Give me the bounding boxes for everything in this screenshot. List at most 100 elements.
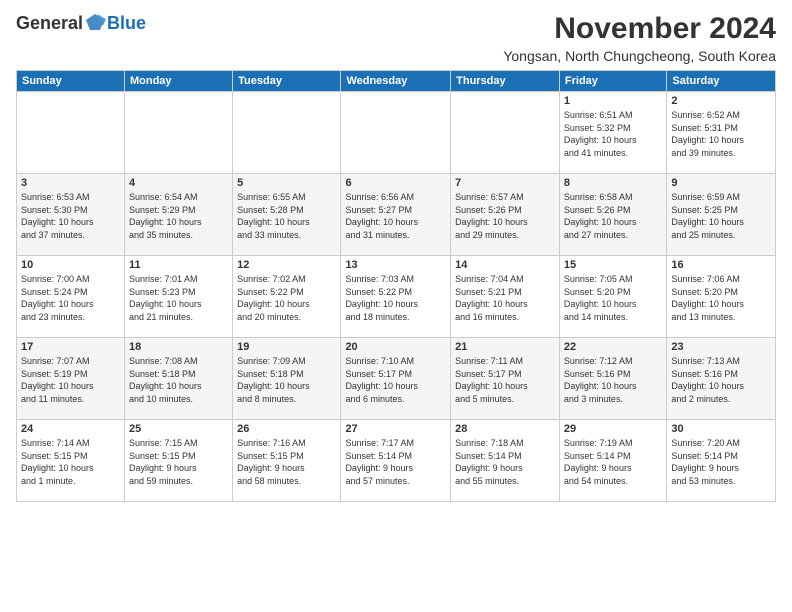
cell-r2-c3: 5 Sunrise: 6:55 AM Sunset: 5:28 PM Daylig… — [233, 174, 341, 256]
day-info: Sunrise: 7:09 AM Sunset: 5:18 PM Dayligh… — [237, 355, 336, 405]
calendar-row-2: 3 Sunrise: 6:53 AM Sunset: 5:30 PM Daylig… — [17, 174, 776, 256]
day-info: Sunrise: 7:00 AM Sunset: 5:24 PM Dayligh… — [21, 273, 120, 323]
day-info: Sunrise: 7:14 AM Sunset: 5:15 PM Dayligh… — [21, 437, 120, 487]
cell-r3-c3: 12Sunrise: 7:02 AM Sunset: 5:22 PM Dayli… — [233, 256, 341, 338]
day-info: Sunrise: 6:56 AM Sunset: 5:27 PM Dayligh… — [345, 191, 446, 241]
logo-icon — [84, 12, 106, 34]
title-area: November 2024 Yongsan, North Chungcheong… — [503, 12, 776, 64]
calendar-row-1: 1 Sunrise: 6:51 AM Sunset: 5:32 PM Daylig… — [17, 92, 776, 174]
logo-blue-text: Blue — [107, 13, 146, 34]
col-sunday: Sunday — [17, 71, 125, 92]
day-number: 7 — [455, 177, 555, 189]
day-number: 6 — [345, 177, 446, 189]
day-number: 27 — [345, 423, 446, 435]
day-info: Sunrise: 7:12 AM Sunset: 5:16 PM Dayligh… — [564, 355, 662, 405]
day-info: Sunrise: 7:06 AM Sunset: 5:20 PM Dayligh… — [671, 273, 771, 323]
day-number: 26 — [237, 423, 336, 435]
col-monday: Monday — [124, 71, 232, 92]
cell-r3-c5: 14 Sunrise: 7:04 AM Sunset: 5:21 PM Dayli… — [451, 256, 560, 338]
day-number: 15 — [564, 259, 662, 271]
day-number: 21 — [455, 341, 555, 353]
day-number: 4 — [129, 177, 228, 189]
cell-r5-c6: 29 Sunrise: 7:19 AM Sunset: 5:14 PM Dayli… — [559, 420, 666, 502]
day-number: 3 — [21, 177, 120, 189]
col-saturday: Saturday — [667, 71, 776, 92]
cell-r5-c4: 27Sunrise: 7:17 AM Sunset: 5:14 PM Dayli… — [341, 420, 451, 502]
col-thursday: Thursday — [451, 71, 560, 92]
cell-r1-c1 — [17, 92, 125, 174]
cell-r2-c5: 7 Sunrise: 6:57 AM Sunset: 5:26 PM Daylig… — [451, 174, 560, 256]
day-number: 28 — [455, 423, 555, 435]
day-number: 14 — [455, 259, 555, 271]
page: General Blue November 2024 Yongsan, Nort… — [0, 0, 792, 514]
day-number: 16 — [671, 259, 771, 271]
day-info: Sunrise: 7:15 AM Sunset: 5:15 PM Dayligh… — [129, 437, 228, 487]
day-info: Sunrise: 6:58 AM Sunset: 5:26 PM Dayligh… — [564, 191, 662, 241]
day-number: 17 — [21, 341, 120, 353]
day-info: Sunrise: 7:20 AM Sunset: 5:14 PM Dayligh… — [671, 437, 771, 487]
day-info: Sunrise: 6:52 AM Sunset: 5:31 PM Dayligh… — [671, 109, 771, 159]
day-info: Sunrise: 7:13 AM Sunset: 5:16 PM Dayligh… — [671, 355, 771, 405]
day-info: Sunrise: 7:01 AM Sunset: 5:23 PM Dayligh… — [129, 273, 228, 323]
cell-r4-c1: 17 Sunrise: 7:07 AM Sunset: 5:19 PM Dayli… — [17, 338, 125, 420]
day-number: 9 — [671, 177, 771, 189]
calendar-row-3: 10 Sunrise: 7:00 AM Sunset: 5:24 PM Dayli… — [17, 256, 776, 338]
cell-r5-c1: 24 Sunrise: 7:14 AM Sunset: 5:15 PM Dayli… — [17, 420, 125, 502]
col-tuesday: Tuesday — [233, 71, 341, 92]
day-number: 30 — [671, 423, 771, 435]
day-info: Sunrise: 7:04 AM Sunset: 5:21 PM Dayligh… — [455, 273, 555, 323]
cell-r2-c4: 6 Sunrise: 6:56 AM Sunset: 5:27 PM Daylig… — [341, 174, 451, 256]
header-row: Sunday Monday Tuesday Wednesday Thursday… — [17, 71, 776, 92]
cell-r4-c7: 23 Sunrise: 7:13 AM Sunset: 5:16 PM Dayli… — [667, 338, 776, 420]
cell-r3-c6: 15 Sunrise: 7:05 AM Sunset: 5:20 PM Dayli… — [559, 256, 666, 338]
calendar: Sunday Monday Tuesday Wednesday Thursday… — [16, 70, 776, 502]
calendar-row-5: 24 Sunrise: 7:14 AM Sunset: 5:15 PM Dayli… — [17, 420, 776, 502]
day-number: 10 — [21, 259, 120, 271]
cell-r4-c3: 19 Sunrise: 7:09 AM Sunset: 5:18 PM Dayli… — [233, 338, 341, 420]
cell-r4-c2: 18Sunrise: 7:08 AM Sunset: 5:18 PM Dayli… — [124, 338, 232, 420]
cell-r1-c2 — [124, 92, 232, 174]
col-wednesday: Wednesday — [341, 71, 451, 92]
cell-r1-c7: 2 Sunrise: 6:52 AM Sunset: 5:31 PM Daylig… — [667, 92, 776, 174]
logo: General Blue — [16, 12, 146, 34]
calendar-row-4: 17 Sunrise: 7:07 AM Sunset: 5:19 PM Dayli… — [17, 338, 776, 420]
day-number: 24 — [21, 423, 120, 435]
cell-r3-c4: 13Sunrise: 7:03 AM Sunset: 5:22 PM Dayli… — [341, 256, 451, 338]
cell-r3-c2: 11 Sunrise: 7:01 AM Sunset: 5:23 PM Dayli… — [124, 256, 232, 338]
cell-r1-c5 — [451, 92, 560, 174]
day-number: 29 — [564, 423, 662, 435]
cell-r2-c2: 4 Sunrise: 6:54 AM Sunset: 5:29 PM Daylig… — [124, 174, 232, 256]
cell-r4-c4: 20 Sunrise: 7:10 AM Sunset: 5:17 PM Dayli… — [341, 338, 451, 420]
day-info: Sunrise: 7:07 AM Sunset: 5:19 PM Dayligh… — [21, 355, 120, 405]
day-number: 5 — [237, 177, 336, 189]
cell-r3-c7: 16 Sunrise: 7:06 AM Sunset: 5:20 PM Dayli… — [667, 256, 776, 338]
day-info: Sunrise: 7:10 AM Sunset: 5:17 PM Dayligh… — [345, 355, 446, 405]
day-number: 13 — [345, 259, 446, 271]
day-info: Sunrise: 6:57 AM Sunset: 5:26 PM Dayligh… — [455, 191, 555, 241]
day-info: Sunrise: 7:02 AM Sunset: 5:22 PM Dayligh… — [237, 273, 336, 323]
day-number: 2 — [671, 95, 771, 107]
day-number: 8 — [564, 177, 662, 189]
cell-r1-c6: 1 Sunrise: 6:51 AM Sunset: 5:32 PM Daylig… — [559, 92, 666, 174]
cell-r1-c3 — [233, 92, 341, 174]
day-number: 1 — [564, 95, 662, 107]
day-number: 19 — [237, 341, 336, 353]
day-info: Sunrise: 6:54 AM Sunset: 5:29 PM Dayligh… — [129, 191, 228, 241]
day-number: 18 — [129, 341, 228, 353]
cell-r3-c1: 10 Sunrise: 7:00 AM Sunset: 5:24 PM Dayli… — [17, 256, 125, 338]
cell-r5-c7: 30 Sunrise: 7:20 AM Sunset: 5:14 PM Dayli… — [667, 420, 776, 502]
day-number: 11 — [129, 259, 228, 271]
day-number: 20 — [345, 341, 446, 353]
day-info: Sunrise: 6:51 AM Sunset: 5:32 PM Dayligh… — [564, 109, 662, 159]
col-friday: Friday — [559, 71, 666, 92]
cell-r2-c7: 9Sunrise: 6:59 AM Sunset: 5:25 PM Daylig… — [667, 174, 776, 256]
cell-r5-c5: 28Sunrise: 7:18 AM Sunset: 5:14 PM Dayli… — [451, 420, 560, 502]
day-info: Sunrise: 6:55 AM Sunset: 5:28 PM Dayligh… — [237, 191, 336, 241]
day-info: Sunrise: 6:53 AM Sunset: 5:30 PM Dayligh… — [21, 191, 120, 241]
cell-r4-c5: 21Sunrise: 7:11 AM Sunset: 5:17 PM Dayli… — [451, 338, 560, 420]
day-info: Sunrise: 7:19 AM Sunset: 5:14 PM Dayligh… — [564, 437, 662, 487]
day-number: 25 — [129, 423, 228, 435]
day-info: Sunrise: 7:05 AM Sunset: 5:20 PM Dayligh… — [564, 273, 662, 323]
day-number: 23 — [671, 341, 771, 353]
cell-r2-c1: 3 Sunrise: 6:53 AM Sunset: 5:30 PM Daylig… — [17, 174, 125, 256]
